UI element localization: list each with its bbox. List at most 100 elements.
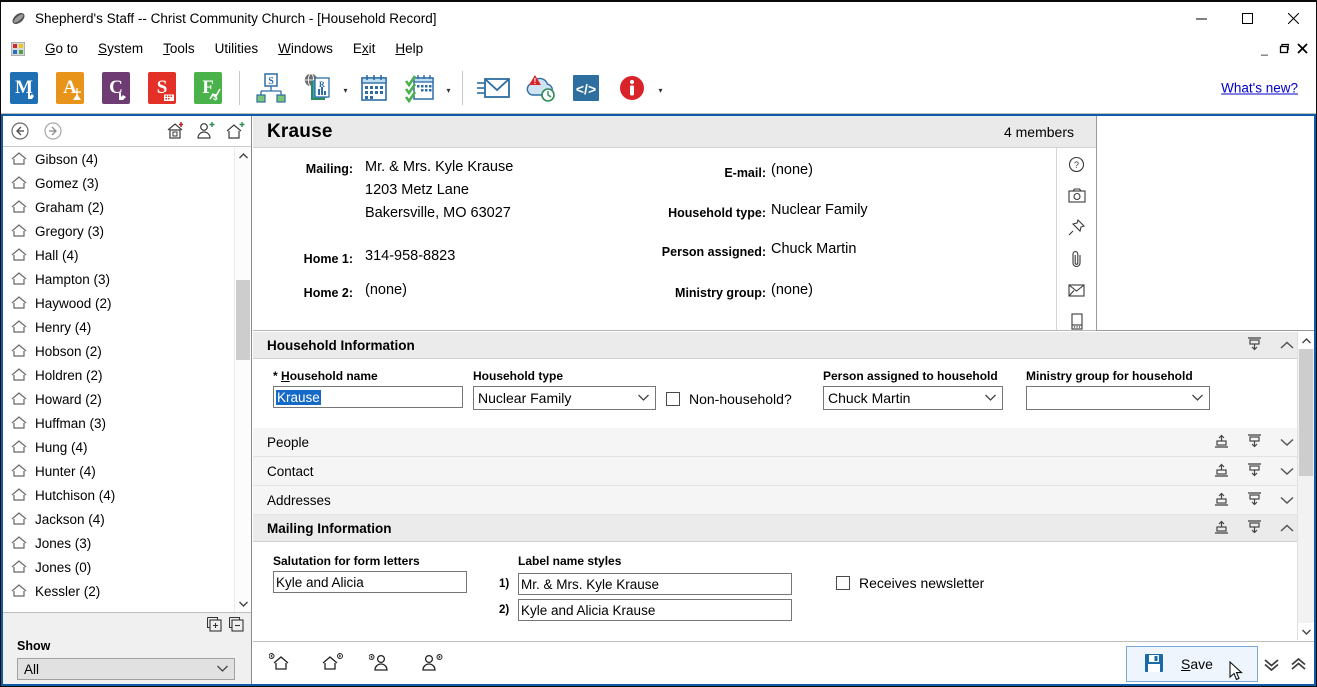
dock-down-icon[interactable] <box>1247 519 1262 537</box>
section-row-contact[interactable]: Contact <box>253 457 1314 486</box>
non-household-checkbox[interactable] <box>666 392 680 406</box>
reports-icon[interactable]: R <box>294 65 340 111</box>
salutation-input[interactable]: Kyle and Alicia <box>273 571 467 593</box>
list-item[interactable]: Jones (0) <box>3 555 251 579</box>
list-item[interactable]: Gibson (4) <box>3 147 251 171</box>
add-household-record-icon[interactable] <box>166 121 185 143</box>
reports-dropdown-caret[interactable]: ▾ <box>340 65 351 111</box>
tasks-icon[interactable] <box>397 65 443 111</box>
collapse-all-icon[interactable] <box>228 616 244 635</box>
non-household-checkbox-row[interactable]: Non-household? <box>666 391 792 407</box>
paperclip-icon[interactable] <box>1065 250 1089 268</box>
list-item[interactable]: Hung (4) <box>3 435 251 459</box>
nav-forward-button[interactable] <box>36 116 69 147</box>
label-style-2-input[interactable]: Kyle and Alicia Krause <box>518 599 792 621</box>
list-item[interactable]: Holdren (2) <box>3 363 251 387</box>
nav-back-button[interactable] <box>3 116 36 147</box>
save-button[interactable]: Save <box>1126 646 1258 682</box>
menu-item-goto[interactable]: Go to <box>35 38 88 59</box>
dock-up-icon[interactable] <box>1214 434 1229 451</box>
tasks-dropdown-caret[interactable]: ▾ <box>443 65 454 111</box>
dock-up-icon[interactable] <box>1214 520 1229 537</box>
expand-all-sections-button[interactable] <box>1284 646 1312 682</box>
section-row-people[interactable]: People <box>253 428 1314 457</box>
form-scroll-down-arrow[interactable] <box>1298 623 1314 640</box>
list-item[interactable]: Haywood (2) <box>3 291 251 315</box>
info-dropdown-caret[interactable]: ▾ <box>655 65 666 111</box>
contributions-icon[interactable]: C <box>93 65 139 111</box>
menu-item-system[interactable]: System <box>88 38 153 59</box>
add-home-icon[interactable] <box>226 121 245 143</box>
dock-down-icon[interactable] <box>1247 462 1262 480</box>
chevron-down-icon[interactable] <box>1280 435 1294 450</box>
list-item[interactable]: Hunter (4) <box>3 459 251 483</box>
ministry-group-select[interactable] <box>1026 386 1210 410</box>
help-icon[interactable]: ? <box>1065 156 1089 173</box>
calendar-icon[interactable] <box>351 65 397 111</box>
cloud-backup-icon[interactable]: ! <box>517 65 563 111</box>
mdi-restore-button[interactable] <box>1274 38 1293 60</box>
list-item[interactable]: Henry (4) <box>3 315 251 339</box>
next-person-icon[interactable] <box>419 652 443 675</box>
code-icon[interactable]: </> <box>563 65 609 111</box>
collapse-all-sections-button[interactable] <box>1257 646 1285 682</box>
pushpin-icon[interactable] <box>1065 218 1089 235</box>
form-scrollbar-thumb[interactable] <box>1299 349 1313 476</box>
menu-item-windows[interactable]: Windows <box>268 38 343 59</box>
mdi-minimize-button[interactable]: _ <box>1255 38 1274 60</box>
section-mailing-information[interactable]: Mailing Information <box>253 515 1314 542</box>
dock-down-icon[interactable] <box>1247 491 1262 509</box>
add-person-icon[interactable] <box>196 121 215 143</box>
list-item[interactable]: Gomez (3) <box>3 171 251 195</box>
section-household-information[interactable]: Household Information <box>253 332 1314 359</box>
mdi-close-button[interactable] <box>1293 38 1312 60</box>
menu-item-tools[interactable]: Tools <box>153 38 205 59</box>
list-item[interactable]: Hampton (3) <box>3 267 251 291</box>
dock-down-icon[interactable] <box>1247 336 1262 354</box>
chevron-down-icon[interactable] <box>1280 493 1294 508</box>
list-item[interactable]: Jones (3) <box>3 531 251 555</box>
maximize-button[interactable] <box>1224 2 1270 35</box>
list-item[interactable]: Hall (4) <box>3 243 251 267</box>
show-filter-select[interactable]: All <box>17 658 235 680</box>
minimize-button[interactable] <box>1178 2 1224 35</box>
camera-icon[interactable] <box>1065 187 1089 204</box>
schedule-icon[interactable]: S <box>139 65 185 111</box>
chevron-up-icon[interactable] <box>1280 521 1294 536</box>
expand-all-icon[interactable] <box>206 616 222 635</box>
previous-household-icon[interactable] <box>268 652 293 675</box>
list-item[interactable]: Hobson (2) <box>3 339 251 363</box>
list-item[interactable]: Howard (2) <box>3 387 251 411</box>
whats-new-link[interactable]: What's new? <box>1221 80 1298 95</box>
household-type-select[interactable]: Nuclear Family <box>473 386 656 410</box>
membership-icon[interactable]: M <box>1 65 47 111</box>
menu-item-help[interactable]: Help <box>385 38 433 59</box>
menu-item-exit[interactable]: Exit <box>343 38 386 59</box>
list-item[interactable]: Jackson (4) <box>3 507 251 531</box>
dock-down-icon[interactable] <box>1247 433 1262 451</box>
scrollbar-thumb[interactable] <box>236 280 250 360</box>
previous-person-icon[interactable] <box>368 652 393 675</box>
menu-item-utilities[interactable]: Utilities <box>205 38 269 59</box>
person-assigned-select[interactable]: Chuck Martin <box>823 386 1003 410</box>
label-style-1-input[interactable]: Mr. & Mrs. Kyle Krause <box>518 573 792 595</box>
envelope-icon[interactable] <box>1065 282 1089 299</box>
info-icon[interactable] <box>609 65 655 111</box>
dock-up-icon[interactable] <box>1214 463 1229 480</box>
scroll-up-arrow[interactable] <box>235 147 251 164</box>
attendance-icon[interactable]: A <box>47 65 93 111</box>
next-household-icon[interactable] <box>319 652 343 675</box>
email-icon[interactable] <box>471 65 517 111</box>
list-item[interactable]: Huffman (3) <box>3 411 251 435</box>
household-list[interactable]: Gibson (4) Gomez (3) Graham (2) Gregory (3)… <box>3 147 251 612</box>
list-item[interactable]: Kessler (2) <box>3 579 251 603</box>
finance-icon[interactable]: F $ <box>185 65 231 111</box>
notes-icon[interactable] <box>1065 313 1089 330</box>
scroll-down-arrow[interactable] <box>235 595 251 612</box>
list-item[interactable]: Hutchison (4) <box>3 483 251 507</box>
form-scroll-up-arrow[interactable] <box>1298 332 1314 349</box>
form-scrollbar[interactable] <box>1297 332 1314 640</box>
receives-newsletter-row[interactable]: Receives newsletter <box>836 575 984 591</box>
section-row-addresses[interactable]: Addresses <box>253 486 1314 515</box>
dock-up-icon[interactable] <box>1214 492 1229 509</box>
